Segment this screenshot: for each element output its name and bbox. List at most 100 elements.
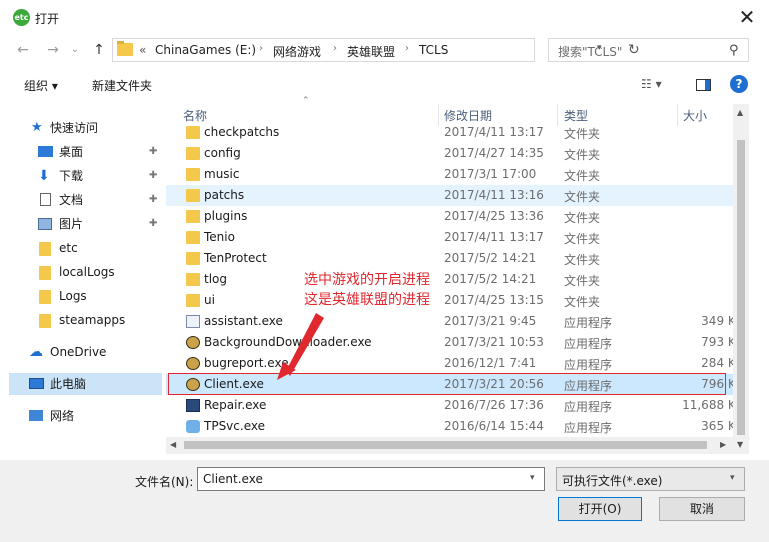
preview-pane-icon[interactable] [696,79,711,91]
scroll-down-icon[interactable]: ▼ [737,440,743,449]
sidebar-item-label: 图片 [59,217,84,231]
file-date: 2017/4/11 13:17 [444,125,544,139]
view-options-icon[interactable]: ☷ ▾ [641,77,662,91]
file-row[interactable]: TenProtect 2017/5/2 14:21 文件夹 [166,248,744,269]
file-name: TenProtect [204,251,267,265]
sidebar-item-quick-access[interactable]: ★ 快速访问 [9,117,162,139]
scroll-up-icon[interactable]: ▲ [737,108,743,117]
pin-icon[interactable]: ✚ [149,189,157,211]
filename-value[interactable]: Client.exe [203,472,263,486]
tp-icon [186,420,200,433]
folder-icon [39,242,51,256]
sidebar-item-desktop[interactable]: 桌面 ✚ [9,141,162,163]
file-name: music [204,167,240,181]
file-name: bugreport.exe [204,356,289,370]
folder-icon [186,147,200,160]
file-row[interactable]: patchs 2017/4/11 13:16 文件夹 [166,185,744,206]
sidebar-item-logs[interactable]: Logs [9,285,162,307]
recent-locations-dropdown[interactable]: ⌄ [66,40,84,60]
file-row[interactable]: checkpatchs 2017/4/11 13:17 文件夹 [166,122,744,143]
file-row[interactable]: plugins 2017/4/25 13:36 文件夹 [166,206,744,227]
folder-icon [186,252,200,265]
search-box[interactable]: 搜索"TCLS" ⚲ [548,38,749,62]
file-date: 2017/5/2 14:21 [444,251,537,265]
organize-button[interactable]: 组织 ▾ [24,77,58,94]
file-row[interactable]: tlog 2017/5/2 14:21 文件夹 [166,269,744,290]
chevron-down-icon[interactable]: ▾ [530,473,535,483]
file-row[interactable]: TPSvc.exe 2016/6/14 15:44 应用程序 365 KB [166,416,744,437]
sidebar-item-this-pc[interactable]: 此电脑 [9,373,162,395]
breadcrumb-item[interactable]: TCLS [419,43,448,57]
breadcrumb-item[interactable]: ChinaGames (E:) [155,43,256,57]
breadcrumb-item[interactable]: 英雄联盟 [347,43,395,60]
new-folder-button[interactable]: 新建文件夹 [92,77,152,94]
pc-icon [29,378,44,389]
breadcrumb-separator[interactable]: › [333,43,337,54]
file-row[interactable]: assistant.exe 2017/3/21 9:45 应用程序 349 KB [166,311,744,332]
open-button[interactable]: 打开(O) [558,497,642,521]
sidebar-item-documents[interactable]: 文档 ✚ [9,189,162,211]
address-bar[interactable]: « ChinaGames (E:) › 网络游戏 › 英雄联盟 › TCLS ▾… [112,38,640,62]
sidebar-item-label: 快速访问 [50,121,99,135]
vertical-scroll-thumb[interactable] [737,140,745,435]
file-date: 2017/4/11 13:17 [444,230,544,244]
sidebar-item-locallogs[interactable]: localLogs [9,261,162,283]
folder-icon [186,231,200,244]
breadcrumb-separator[interactable]: › [259,43,263,54]
sidebar-item-label: OneDrive [50,345,107,359]
breadcrumb-separator[interactable]: › [405,43,409,54]
sidebar-item-onedrive[interactable]: ☁ OneDrive [9,341,162,363]
file-type: 文件夹 [564,169,601,183]
folder-icon [186,294,200,307]
forward-button[interactable]: → [44,40,62,60]
breadcrumb-item[interactable]: 网络游戏 [273,43,321,60]
cancel-button[interactable]: 取消 [659,497,745,521]
sidebar-item-pictures[interactable]: 图片 ✚ [9,213,162,235]
sidebar-item-steamapps[interactable]: steamapps [9,309,162,331]
scroll-left-icon[interactable]: ◀ [170,440,176,449]
folder-icon [39,290,51,304]
file-type: 文件夹 [564,211,601,225]
sidebar-item-downloads[interactable]: ⬇ 下载 ✚ [9,165,162,187]
file-name: TPSvc.exe [204,419,265,433]
file-row[interactable]: BackgroundDownloader.exe 2017/3/21 10:53… [166,332,744,353]
file-name: config [204,146,241,160]
breadcrumb-overflow[interactable]: « [139,43,146,57]
file-type: 文件夹 [564,148,601,162]
search-input[interactable]: 搜索"TCLS" [558,43,622,60]
filename-field[interactable]: Client.exe ▾ [197,467,545,491]
file-name: BackgroundDownloader.exe [204,335,372,349]
file-row[interactable]: config 2017/4/27 14:35 文件夹 [166,143,744,164]
help-icon[interactable]: ? [730,75,748,93]
sidebar-item-label: 此电脑 [50,377,87,391]
sidebar-item-etc[interactable]: etc [9,237,162,259]
scroll-right-icon[interactable]: ▶ [720,440,726,449]
file-row[interactable]: music 2017/3/1 17:00 文件夹 [166,164,744,185]
file-date: 2017/3/21 10:53 [444,335,544,349]
file-type: 应用程序 [564,316,613,330]
pin-icon[interactable]: ✚ [149,213,157,235]
close-icon[interactable]: ✕ [733,4,761,30]
file-row[interactable]: ui 2017/4/25 13:15 文件夹 [166,290,744,311]
file-row[interactable]: Repair.exe 2016/7/26 17:36 应用程序 11,688 K… [166,395,744,416]
file-row[interactable]: Tenio 2017/4/11 13:17 文件夹 [166,227,744,248]
file-row[interactable]: bugreport.exe 2016/12/1 7:41 应用程序 284 KB [166,353,744,374]
file-name: checkpatchs [204,125,280,139]
file-name: ui [204,293,215,307]
chevron-down-icon[interactable]: ▾ [730,473,735,483]
file-type: 文件夹 [564,295,601,309]
sidebar-item-label: steamapps [59,313,126,327]
file-type-select[interactable]: 可执行文件(*.exe) ▾ [556,467,745,491]
horizontal-scroll-thumb[interactable] [184,441,707,449]
sidebar-item-network[interactable]: 网络 [9,405,162,427]
pin-icon[interactable]: ✚ [149,141,157,163]
file-name: Repair.exe [204,398,267,412]
sidebar-item-label: etc [59,241,78,255]
back-button[interactable]: ← [14,40,32,60]
folder-icon [39,314,51,328]
pin-icon[interactable]: ✚ [149,165,157,187]
search-icon[interactable]: ⚲ [729,43,739,58]
up-button[interactable]: ↑ [90,40,108,60]
annotation-line: 这是英雄联盟的进程 [304,292,430,308]
file-name: plugins [204,209,248,223]
